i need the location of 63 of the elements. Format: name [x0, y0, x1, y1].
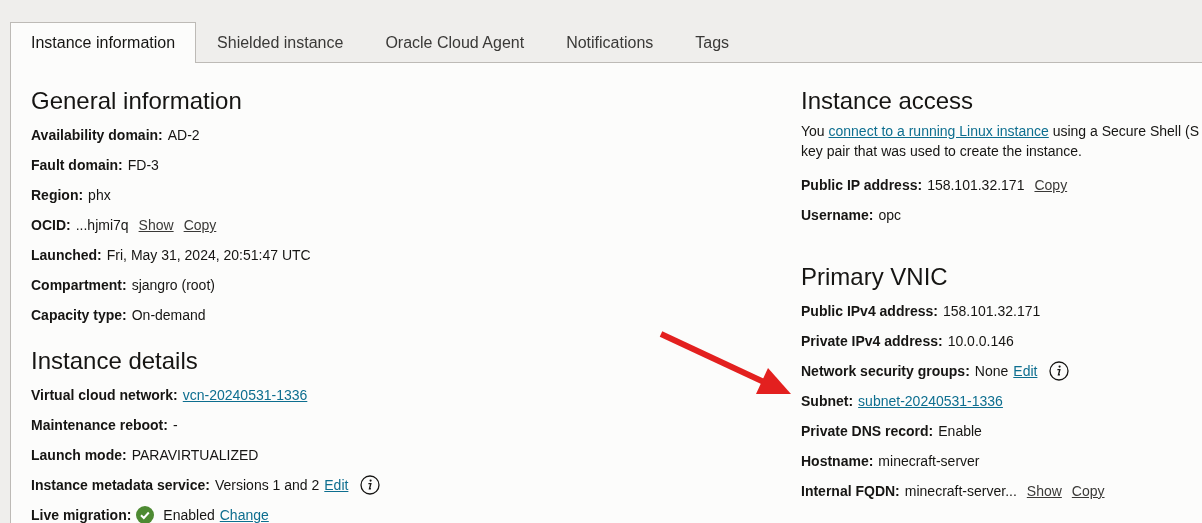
field-value: opc — [878, 207, 901, 223]
section-heading: Primary VNIC — [801, 262, 948, 292]
action-link[interactable]: Show — [138, 217, 174, 233]
field-label: Subnet: — [801, 393, 854, 409]
field-label: Availability domain: — [31, 127, 163, 143]
section-heading: General information — [31, 86, 242, 116]
field-value: On-demand — [131, 307, 206, 323]
tab[interactable]: Instance information — [10, 22, 197, 63]
tab[interactable]: Tags — [674, 22, 751, 63]
action-link[interactable]: Copy — [183, 217, 217, 233]
help-link[interactable]: connect to a running Linux instance — [828, 123, 1049, 139]
field-value: Fri, May 31, 2024, 20:51:47 UTC — [106, 247, 311, 263]
field-value: sjangro (root) — [131, 277, 215, 293]
field-value: None — [974, 363, 1009, 379]
field-value: PARAVIRTUALIZED — [131, 447, 259, 463]
field-label: Fault domain: — [31, 157, 123, 173]
link[interactable]: vcn-20240531-1336 — [182, 387, 308, 403]
field-label: Private IPv4 address: — [801, 333, 943, 349]
field-label: Internal FQDN: — [801, 483, 900, 499]
field-label: Public IPv4 address: — [801, 303, 938, 319]
field-value: ...hjmi7q — [75, 217, 129, 233]
link[interactable]: Edit — [1013, 363, 1038, 379]
field-label: Hostname: — [801, 453, 874, 469]
field-label: Launch mode: — [31, 447, 127, 463]
instructions-paragraph: You connect to a running Linux instance using a Secure Shell (S key pair that was used to create the instance. — [801, 122, 1199, 161]
action-link[interactable]: Copy — [1071, 483, 1105, 499]
field-value: Enabled — [163, 507, 215, 523]
field-value: 158.101.32.171 — [927, 177, 1025, 193]
field-label: Capacity type: — [31, 307, 127, 323]
field-value: FD-3 — [127, 157, 159, 173]
tab[interactable]: Notifications — [545, 22, 675, 63]
link[interactable]: Change — [219, 507, 269, 523]
field-value: minecraft-server... — [904, 483, 1017, 499]
field-label: Username: — [801, 207, 874, 223]
field-value: AD-2 — [167, 127, 200, 143]
link[interactable]: subnet-20240531-1336 — [858, 393, 1003, 409]
field-label: Region: — [31, 187, 84, 203]
field-label: Launched: — [31, 247, 102, 263]
action-link[interactable]: Copy — [1034, 177, 1068, 193]
section-heading: Instance access — [801, 86, 974, 116]
field-value: minecraft-server — [878, 453, 980, 469]
field-label: Maintenance reboot: — [31, 417, 168, 433]
field-value: Enable — [938, 423, 982, 439]
link[interactable]: Edit — [324, 477, 349, 493]
field-label: Virtual cloud network: — [31, 387, 178, 403]
field-value: 10.0.0.146 — [947, 333, 1014, 349]
field-label: OCID: — [31, 217, 71, 233]
field-label: Network security groups: — [801, 363, 970, 379]
field-label: Private DNS record: — [801, 423, 934, 439]
field-label: Public IP address: — [801, 177, 923, 193]
tab[interactable]: Oracle Cloud Agent — [364, 22, 546, 63]
field-label: Compartment: — [31, 277, 127, 293]
field-label: Instance metadata service: — [31, 477, 210, 493]
field-value: phx — [88, 187, 111, 203]
info-icon[interactable] — [360, 475, 381, 495]
field-value: 158.101.32.171 — [942, 303, 1041, 319]
field-value: Versions 1 and 2 — [215, 477, 320, 493]
info-icon[interactable] — [1049, 361, 1070, 381]
section-heading: Instance details — [31, 346, 198, 376]
tab[interactable]: Shielded instance — [196, 22, 365, 63]
field-value: - — [172, 417, 178, 433]
action-link[interactable]: Show — [1026, 483, 1062, 499]
field-label: Live migration: — [31, 507, 132, 523]
